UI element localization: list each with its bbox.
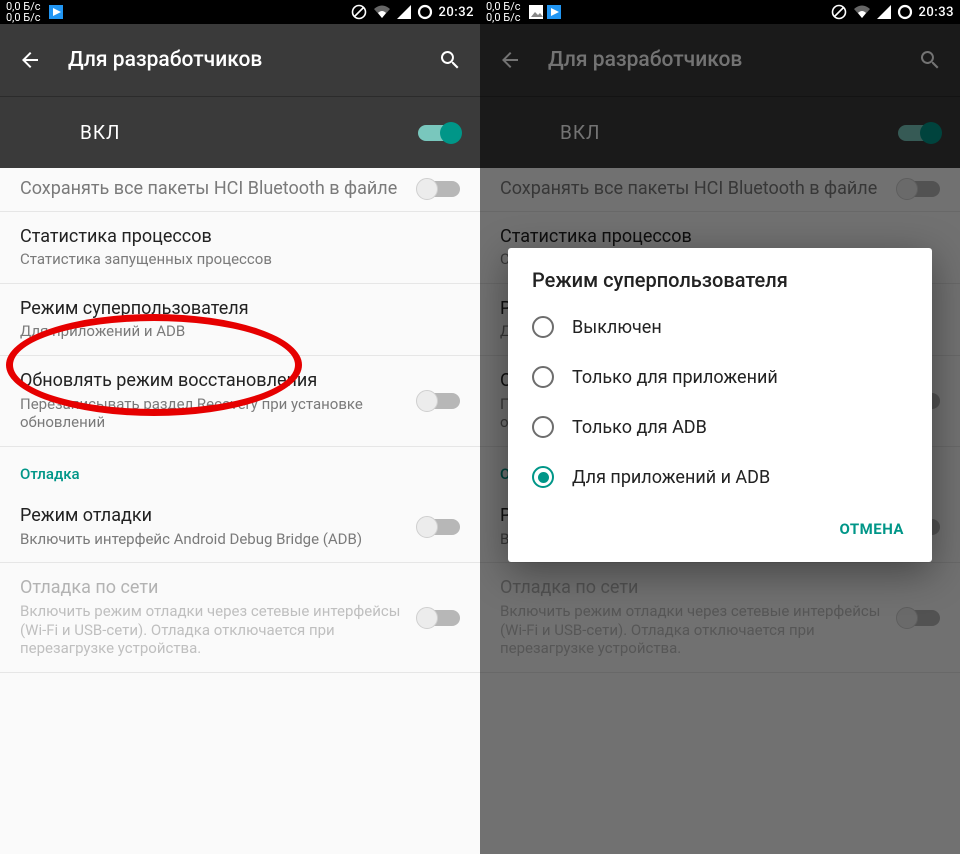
section-debug: Отладка [0, 447, 480, 491]
svg-text:!: ! [399, 8, 401, 18]
item-primary: Режим отладки [20, 505, 404, 528]
search-button[interactable] [436, 46, 464, 74]
option-label: Только для ADB [572, 417, 707, 438]
back-button[interactable] [16, 46, 44, 74]
cell-signal-icon [877, 5, 891, 19]
item-secondary: Включить режим отладки через сетевые инт… [20, 602, 404, 658]
item-hci-log[interactable]: Сохранять все пакеты HCI Bluetooth в фай… [0, 168, 480, 212]
settings-list: Сохранять все пакеты HCI Bluetooth в фай… [0, 168, 480, 854]
radio-icon [532, 466, 554, 488]
page-title: Для разработчиков [68, 48, 262, 72]
dialog-option-disabled[interactable]: Выключен [508, 302, 932, 352]
status-bar: 0,0 Б/с 0,0 Б/с ! 20:32 [0, 0, 480, 24]
app-header: Для разработчиков [0, 24, 480, 96]
option-label: Выключен [572, 317, 662, 338]
dialog-title: Режим суперпользователя [508, 268, 932, 302]
battery-ring-icon [417, 4, 433, 20]
item-primary: Статистика процессов [20, 226, 460, 249]
status-time: 20:33 [919, 5, 954, 20]
item-primary: Режим суперпользователя [20, 298, 460, 321]
phone-right: 0,0 Б/с 0,0 Б/с 20:33 Для разработчиков … [480, 0, 960, 854]
toggle-netdbg [418, 610, 460, 626]
item-secondary: Для приложений и ADB [20, 322, 460, 341]
item-primary: Отладка по сети [20, 577, 404, 600]
media-icon [49, 5, 63, 19]
toggle-hci[interactable] [418, 181, 460, 197]
dialog-option-apps-only[interactable]: Только для приложений [508, 352, 932, 402]
cell-signal-icon: ! [397, 5, 411, 19]
no-disturb-icon [831, 4, 847, 20]
status-time: 20:32 [439, 5, 474, 20]
master-toggle-row[interactable]: ВКЛ [0, 96, 480, 168]
radio-icon [532, 316, 554, 338]
wifi-icon [853, 5, 871, 19]
item-primary: Обновлять режим восстановления [20, 370, 404, 393]
wifi-icon [373, 5, 391, 19]
option-label: Для приложений и ADB [572, 467, 770, 488]
media-icon [547, 5, 561, 19]
item-network-debug: Отладка по сети Включить режим отладки ч… [0, 563, 480, 673]
status-bar: 0,0 Б/с 0,0 Б/с 20:33 [480, 0, 960, 24]
phone-left: 0,0 Б/с 0,0 Б/с ! 20:32 Для разработчико… [0, 0, 480, 854]
no-disturb-icon [351, 4, 367, 20]
cancel-button[interactable]: ОТМЕНА [829, 512, 914, 546]
item-secondary: Статистика запущенных процессов [20, 250, 460, 269]
item-secondary: Включить интерфейс Android Debug Bridge … [20, 530, 404, 549]
master-toggle-label: ВКЛ [80, 121, 121, 144]
root-access-dialog: Режим суперпользователя Выключен Только … [508, 248, 932, 562]
toggle-recovery[interactable] [418, 393, 460, 409]
item-primary: Сохранять все пакеты HCI Bluetooth в фай… [20, 178, 404, 201]
radio-icon [532, 416, 554, 438]
toggle-adb[interactable] [418, 519, 460, 535]
item-root-access[interactable]: Режим суперпользователя Для приложений и… [0, 284, 480, 356]
radio-icon [532, 366, 554, 388]
battery-ring-icon [897, 4, 913, 20]
status-net-speed: 0,0 Б/с 0,0 Б/с [486, 1, 521, 23]
dialog-option-adb-only[interactable]: Только для ADB [508, 402, 932, 452]
picture-icon [529, 5, 543, 19]
item-secondary: Перезаписывать раздел Recovery при устан… [20, 395, 404, 433]
item-update-recovery[interactable]: Обновлять режим восстановления Перезапис… [0, 356, 480, 447]
dialog-option-apps-and-adb[interactable]: Для приложений и ADB [508, 452, 932, 502]
status-net-speed: 0,0 Б/с 0,0 Б/с [6, 1, 41, 23]
item-process-stats[interactable]: Статистика процессов Статистика запущенн… [0, 212, 480, 284]
master-toggle[interactable] [418, 125, 460, 141]
item-adb-debug[interactable]: Режим отладки Включить интерфейс Android… [0, 491, 480, 563]
option-label: Только для приложений [572, 367, 778, 388]
